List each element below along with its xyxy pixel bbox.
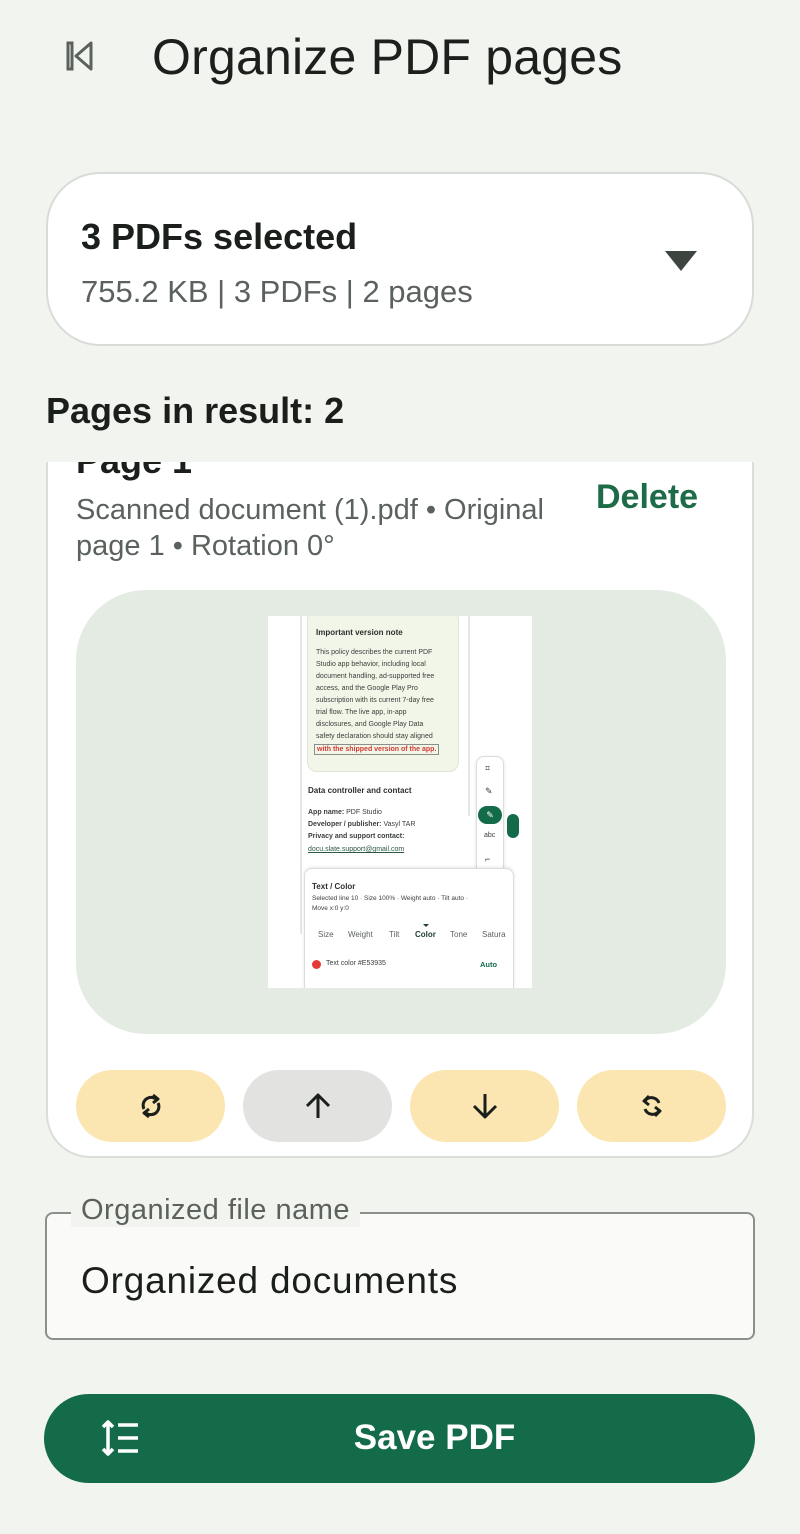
delete-button[interactable]: Delete <box>596 478 698 517</box>
note-line: subscription with its current 7-day free <box>316 697 434 704</box>
note-line: access, and the Google Play Pro <box>316 685 418 692</box>
app-name-value: PDF Studio <box>346 809 382 816</box>
section-title: Data controller and contact <box>308 786 412 795</box>
page-card: Page 1 Scanned document (1).pdf • Origin… <box>46 462 754 1158</box>
file-name-input[interactable]: Organized documents <box>81 1260 458 1302</box>
color-swatch <box>312 960 321 969</box>
page-title: Organize PDF pages <box>152 29 623 85</box>
pen-tool-icon[interactable]: ✎ <box>478 806 502 824</box>
active-tab-indicator <box>423 924 429 927</box>
panel-tab-size[interactable]: Size <box>318 930 334 939</box>
move-up-button[interactable] <box>243 1070 392 1142</box>
selection-title: 3 PDFs selected <box>81 216 358 257</box>
selection-summary: 755.2 KB | 3 PDFs | 2 pages <box>81 274 473 309</box>
page-card-title: Page 1 <box>76 462 192 482</box>
auto-button[interactable]: Auto <box>480 960 497 969</box>
triangle-down-icon <box>665 251 697 271</box>
swap-button[interactable] <box>577 1070 726 1142</box>
privacy-email: docu.slate.support@gmail.com <box>308 846 405 853</box>
note-title: Important version note <box>316 628 403 637</box>
more-handle[interactable] <box>507 814 519 838</box>
move-down-button[interactable] <box>410 1070 559 1142</box>
pdf-selection-dropdown[interactable]: 3 PDFs selected 755.2 KB | 3 PDFs | 2 pa… <box>46 172 754 346</box>
panel-tab-tone[interactable]: Tone <box>450 930 467 939</box>
panel-tab-color[interactable]: Color <box>415 930 436 939</box>
file-name-field[interactable]: Organized file name Organized documents <box>45 1194 755 1340</box>
selection-tool-icon[interactable]: ⌗ <box>485 763 490 774</box>
skip-back-icon <box>66 41 93 71</box>
swap-icon <box>642 1094 661 1118</box>
save-pdf-button[interactable]: Save PDF <box>44 1394 755 1483</box>
note-line: This policy describes the current PDF <box>316 649 433 656</box>
note-line: disclosures, and Google Play Data <box>316 721 424 728</box>
privacy-label: Privacy and support contact: <box>308 833 405 840</box>
panel-tab-saturation[interactable]: Satura <box>482 930 506 939</box>
back-button[interactable] <box>58 34 102 78</box>
note-line: safety declaration should stay aligned <box>316 733 433 740</box>
note-line: Studio app behavior, including local <box>316 661 426 668</box>
magic-edit-icon[interactable]: ✎ <box>485 786 493 797</box>
app-name-label: App name: <box>308 809 345 816</box>
rotate-cw-icon <box>141 1093 160 1119</box>
file-name-label: Organized file name <box>71 1194 361 1227</box>
panel-info-line: Move x:0 y:0 <box>312 905 349 912</box>
top-app-bar: Organize PDF pages <box>0 0 800 115</box>
panel-info-line: Selected line 10 · Size 100% · Weight au… <box>312 895 468 902</box>
note-line: trial flow. The live app, in-app <box>316 709 407 716</box>
arrow-down-icon <box>472 1094 497 1119</box>
crop-tool-icon[interactable]: ⌐ <box>485 854 490 864</box>
page-list[interactable]: Page 1 Scanned document (1).pdf • Origin… <box>46 462 754 1158</box>
panel-tab-weight[interactable]: Weight <box>348 930 373 939</box>
text-color-label: Text color #E53935 <box>326 960 386 967</box>
note-highlight: with the shipped version of the app. <box>314 744 440 755</box>
page-preview[interactable]: Important version note This policy descr… <box>76 590 726 1034</box>
page-actions <box>76 1070 726 1142</box>
panel-tab-tilt[interactable]: Tilt <box>389 930 399 939</box>
developer-label: Developer / publisher: <box>308 821 382 828</box>
text-tool-icon[interactable]: abc <box>484 832 495 839</box>
app-name-line: App name: PDF Studio <box>308 809 382 816</box>
note-line: document handling, ad-supported free <box>316 673 435 680</box>
page-thumbnail: Important version note This policy descr… <box>268 616 532 988</box>
panel-title: Text / Color <box>312 882 356 891</box>
pages-in-result-label: Pages in result: 2 <box>46 390 345 431</box>
page-card-meta: Scanned document (1).pdf • Original page… <box>76 494 544 562</box>
developer-value: Vasyl TAR <box>383 821 416 828</box>
save-pdf-label: Save PDF <box>353 1418 516 1457</box>
developer-line: Developer / publisher: Vasyl TAR <box>308 821 415 828</box>
rotate-button[interactable] <box>76 1070 225 1142</box>
arrow-up-icon <box>305 1093 330 1118</box>
